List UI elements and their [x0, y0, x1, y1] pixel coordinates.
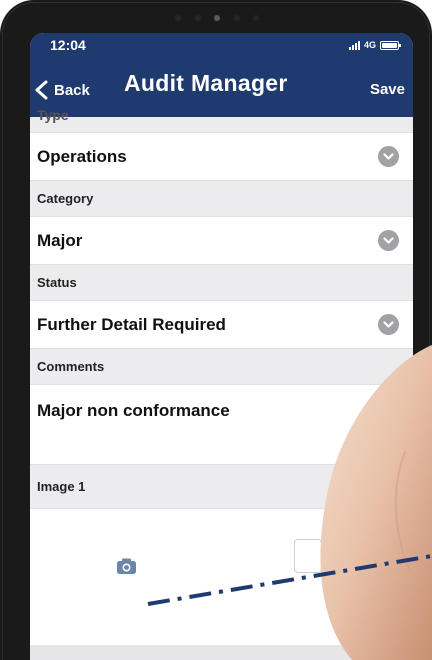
comments-label: Comments — [37, 359, 105, 374]
department-value: Operations — [37, 146, 127, 166]
status-select[interactable]: Further Detail Required — [30, 301, 413, 349]
signal-icon — [348, 40, 360, 50]
comments-label-row: Comments — [30, 349, 413, 385]
chevron-left-icon — [35, 80, 48, 100]
front-camera — [214, 15, 220, 21]
category-select[interactable]: Major — [30, 217, 413, 265]
type-label-row: Type — [30, 107, 413, 133]
category-label-row: Category — [30, 181, 413, 217]
front-sensor-bar — [175, 13, 259, 23]
image-preview-button[interactable] — [294, 539, 322, 573]
type-label: Type — [37, 107, 69, 123]
chevron-down-circle-icon[interactable] — [378, 314, 399, 335]
comments-field[interactable]: Major non conformance — [30, 385, 413, 465]
status-indicators: 4G — [348, 40, 401, 50]
category-value: Major — [37, 230, 83, 250]
tablet-frame: 12:04 4G Back Audit Manager Save Type Op… — [0, 0, 432, 660]
bottom-strip — [30, 645, 413, 660]
network-type: 4G — [363, 40, 376, 50]
comments-value: Major non conformance — [37, 401, 230, 420]
chevron-down-circle-icon[interactable] — [378, 230, 399, 251]
department-select[interactable]: Operations — [30, 133, 413, 181]
page-title: Audit Manager — [124, 70, 288, 96]
image-label-row: Image 1 — [30, 465, 413, 509]
status-label: Status — [37, 275, 77, 290]
battery-icon — [380, 40, 401, 50]
chevron-down-circle-icon[interactable] — [378, 146, 399, 167]
back-button[interactable]: Back — [30, 75, 90, 105]
status-time: 12:04 — [50, 37, 86, 53]
navigation-bar: 12:04 4G Back Audit Manager Save — [30, 33, 413, 117]
image-label: Image 1 — [37, 479, 86, 494]
camera-icon[interactable] — [116, 557, 137, 575]
save-button[interactable]: Save — [370, 81, 405, 98]
status-label-row: Status — [30, 265, 413, 301]
status-value: Further Detail Required — [37, 314, 226, 334]
app-screen: 12:04 4G Back Audit Manager Save Type Op… — [30, 33, 413, 660]
back-label: Back — [54, 81, 90, 99]
category-label: Category — [37, 191, 94, 206]
image-upload-area[interactable] — [30, 509, 413, 609]
audit-form: Type Operations Category Major Status Fu… — [30, 107, 413, 609]
